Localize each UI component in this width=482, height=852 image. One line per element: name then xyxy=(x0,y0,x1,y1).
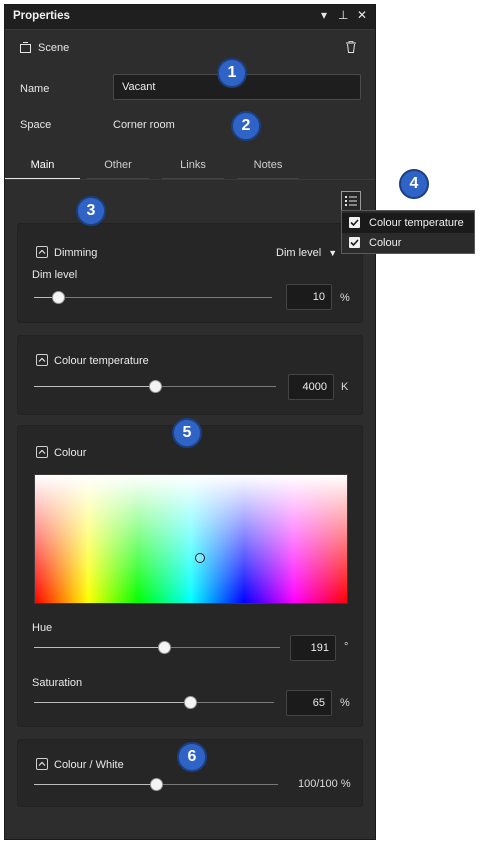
colour-picker-handle[interactable] xyxy=(195,553,206,564)
slider-fill xyxy=(34,702,190,703)
colour-white-value: 100/100 % xyxy=(298,778,351,790)
hue-unit: ° xyxy=(344,641,349,653)
menu-item-colour-temperature[interactable]: Colour temperature xyxy=(342,213,474,233)
colour-white-slider[interactable] xyxy=(34,778,278,792)
hue-label: Hue xyxy=(32,622,53,634)
tab-links[interactable]: Links xyxy=(162,155,224,181)
slider-track xyxy=(34,297,272,298)
close-icon[interactable]: ✕ xyxy=(357,8,367,22)
callout-badge-5: 5 xyxy=(172,418,202,448)
tab-notes-label: Notes xyxy=(253,159,283,171)
space-label: Space xyxy=(20,119,52,131)
slider-fill xyxy=(34,386,155,387)
space-value: Corner room xyxy=(113,119,175,131)
dimming-title: Dimming xyxy=(54,247,98,259)
callout-badge-4: 4 xyxy=(399,169,429,199)
colour-temperature-collapse-button[interactable] xyxy=(36,354,48,366)
callout-badge-1: 1 xyxy=(217,58,247,88)
trash-icon[interactable] xyxy=(346,41,356,56)
dim-level-slider[interactable] xyxy=(34,291,272,305)
checkbox-checked-icon[interactable] xyxy=(349,237,360,248)
slider-thumb[interactable] xyxy=(51,291,65,304)
menu-item-label: Colour temperature xyxy=(369,217,464,229)
list-icon xyxy=(345,196,357,206)
colour-temperature-title: Colour temperature xyxy=(54,355,149,367)
slider-thumb[interactable] xyxy=(149,380,162,393)
section-options-menu: Colour temperature Colour xyxy=(341,210,475,254)
tab-notes[interactable]: Notes xyxy=(237,155,299,181)
colour-white-collapse-button[interactable] xyxy=(36,758,48,770)
callout-badge-6: 6 xyxy=(177,742,207,772)
pin-icon[interactable]: ⊥ xyxy=(338,8,348,22)
dim-level-label: Dim level xyxy=(32,269,78,281)
colour-temperature-slider[interactable] xyxy=(34,380,276,394)
colour-picker-area[interactable] xyxy=(34,474,348,604)
slider-thumb[interactable] xyxy=(184,696,197,709)
saturation-label: Saturation xyxy=(32,677,83,689)
slider-fill xyxy=(34,784,156,785)
scene-label: Scene xyxy=(38,42,70,54)
dim-level-unit: % xyxy=(340,292,350,304)
colour-temperature-input[interactable]: 4000 xyxy=(288,374,334,400)
tab-main-label: Main xyxy=(30,159,55,171)
chevron-up-icon xyxy=(38,357,46,362)
chevron-up-icon xyxy=(38,449,46,454)
menu-item-colour[interactable]: Colour xyxy=(342,233,474,253)
tab-other-label: Other xyxy=(104,159,132,171)
saturation-slider[interactable] xyxy=(34,696,274,710)
slider-thumb[interactable] xyxy=(158,641,172,654)
tab-other[interactable]: Other xyxy=(87,155,149,181)
dim-level-input[interactable]: 10 xyxy=(286,284,332,310)
callout-badge-2: 2 xyxy=(231,111,261,141)
name-label: Name xyxy=(20,83,50,95)
slider-fill xyxy=(34,647,165,648)
tab-main[interactable]: Main xyxy=(5,155,80,181)
tab-links-label: Links xyxy=(180,159,206,171)
dropdown-arrow-icon: ▼ xyxy=(328,248,338,258)
slider-thumb[interactable] xyxy=(150,778,163,791)
panel-titlebar: Properties ▾ ⊥ ✕ xyxy=(5,5,375,30)
checkbox-checked-icon[interactable] xyxy=(349,217,360,228)
tab-bar: Main Other Links Notes xyxy=(5,155,375,181)
colour-temperature-unit: K xyxy=(341,381,349,393)
dimming-mode-select[interactable]: Dim level ▼ xyxy=(276,247,337,259)
colour-white-title: Colour / White xyxy=(54,759,124,771)
panel-title: Properties xyxy=(13,10,70,22)
hue-input[interactable]: 191 xyxy=(290,635,336,661)
chevron-up-icon xyxy=(38,249,46,254)
callout-badge-3: 3 xyxy=(76,196,106,226)
saturation-unit: % xyxy=(340,697,350,709)
hue-slider[interactable] xyxy=(34,641,280,655)
dimming-collapse-button[interactable] xyxy=(36,246,48,258)
scene-icon xyxy=(20,42,32,56)
chevron-up-icon xyxy=(38,761,46,766)
panel-menu-dropdown-icon[interactable]: ▾ xyxy=(321,8,327,22)
dimming-card: Dimming Dim level ▼ Dim level 10 % xyxy=(17,223,363,323)
colour-card: Colour Hue 191 ° Saturation 65 % xyxy=(17,425,363,727)
colour-temperature-card: Colour temperature 4000 K xyxy=(17,335,363,415)
saturation-input[interactable]: 65 xyxy=(286,690,332,716)
tabs-divider xyxy=(5,179,375,180)
dimming-mode-value: Dim level xyxy=(276,247,322,259)
colour-title: Colour xyxy=(54,447,87,459)
menu-item-label: Colour xyxy=(369,237,402,249)
section-options-button[interactable] xyxy=(341,191,361,211)
colour-collapse-button[interactable] xyxy=(36,446,48,458)
